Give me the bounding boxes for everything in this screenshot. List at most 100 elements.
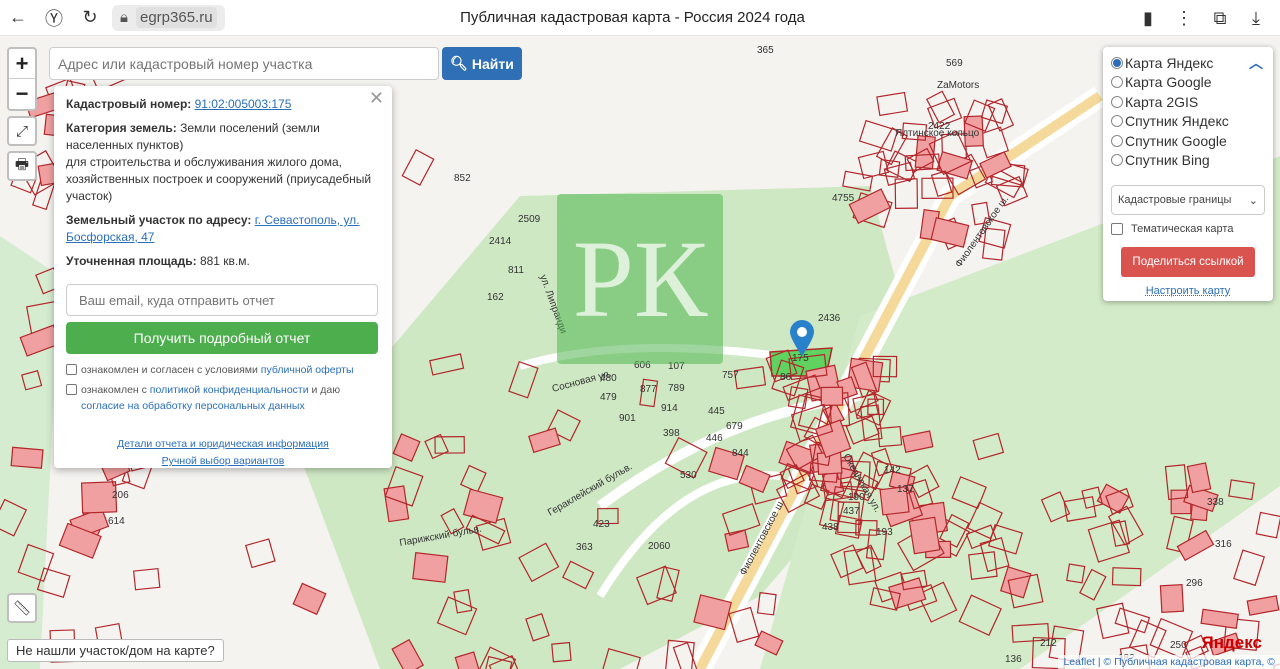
address-bar[interactable]: 🔒︎ egrp365.ru [112, 4, 225, 31]
parcel-number: 2414 [489, 236, 512, 247]
setup-map-link[interactable]: Настроить карту [1111, 285, 1265, 297]
bookmark-icon[interactable]: ▮ [1130, 0, 1166, 36]
print-button[interactable]: 🖶︎ [7, 151, 37, 181]
parcel-number: 86 [780, 372, 792, 383]
cad-number-label: Кадастровый номер: [66, 97, 192, 111]
radio-button[interactable] [1111, 76, 1123, 89]
area-value: 881 кв.м. [199, 254, 250, 268]
zoom-out-button[interactable]: − [9, 79, 35, 109]
offer-checkbox[interactable] [66, 364, 77, 375]
parcel[interactable] [820, 386, 844, 406]
layer-option[interactable]: Карта Яндекс [1111, 53, 1265, 73]
parcel-number: 365 [757, 45, 774, 56]
layer-option-label: Спутник Яндекс [1125, 113, 1229, 130]
street-label: ZaMotors [937, 80, 979, 91]
parcel-number: 614 [108, 516, 125, 527]
parcel-number: 4755 [832, 193, 855, 204]
parcel-number: 852 [454, 173, 471, 184]
parcel-number: 423 [593, 519, 610, 530]
parcel-number: 530 [680, 470, 697, 481]
parcel-number: 2509 [518, 214, 541, 225]
privacy-checkbox[interactable] [66, 384, 77, 395]
reload-icon[interactable]: ↻ [72, 0, 108, 36]
parcel[interactable] [1159, 584, 1185, 614]
manual-select-link[interactable]: Ручной выбор вариантов [162, 455, 285, 467]
parcel-number: 569 [946, 58, 963, 69]
browser-toolbar: ← Ⓨ ↻ 🔒︎ egrp365.ru Публичная кадастровая… [0, 0, 1280, 36]
thematic-checkbox[interactable] [1111, 223, 1123, 235]
layer-option-label: Спутник Bing [1125, 152, 1210, 169]
parcel-number: 446 [706, 433, 723, 444]
chevron-down-icon: ⌄ [1248, 194, 1258, 207]
radio-button[interactable] [1111, 115, 1123, 128]
not-found-button[interactable]: Не нашли участок/дом на карте? [7, 639, 224, 662]
get-report-button[interactable]: Получить подробный отчет [66, 322, 378, 354]
radio-button[interactable] [1111, 154, 1123, 167]
search-button[interactable]: 🔍︎ Найти [442, 47, 522, 80]
layer-option[interactable]: Карта 2GIS [1111, 92, 1265, 112]
radio-button[interactable] [1111, 56, 1123, 69]
parcel[interactable] [10, 446, 44, 469]
map-attribution[interactable]: Leaflet | © Публичная кадастровая карта,… [1058, 655, 1280, 669]
privacy-link[interactable]: политикой конфиденциальности [150, 384, 309, 396]
parcel-number: 679 [726, 421, 743, 432]
parcel-number: 2436 [818, 313, 841, 324]
parcel-info-popup: ✕ Кадастровый номер: 91:02:005003:175 Ка… [54, 86, 392, 468]
search-button-label: Найти [471, 55, 514, 72]
layer-option-label: Карта Яндекс [1125, 54, 1214, 71]
printer-icon: 🖶︎ [14, 155, 30, 173]
thematic-label: Тематическая карта [1131, 223, 1234, 235]
parcel-number: 844 [732, 448, 749, 459]
back-icon[interactable]: ← [0, 0, 36, 36]
measure-button[interactable]: 📏︎ [7, 593, 37, 623]
extensions-icon[interactable]: ⧉ [1202, 0, 1238, 36]
parcel-number: 914 [661, 403, 678, 414]
privacy-text: ознакомлен с [81, 384, 150, 396]
parcel-number: 901 [619, 413, 636, 424]
zoom-control: + − [7, 47, 37, 111]
layer-option-label: Спутник Google [1125, 132, 1227, 149]
details-link[interactable]: Детали отчета и юридическая информация [117, 438, 329, 450]
parcel-number: 479 [600, 392, 617, 403]
email-input[interactable] [66, 284, 378, 316]
chevron-up-icon[interactable]: ︿ [1249, 53, 1263, 73]
menu-icon[interactable]: ⋮ [1166, 0, 1202, 36]
parcel[interactable] [908, 516, 941, 555]
offer-link[interactable]: публичной оферты [261, 364, 354, 376]
radio-button[interactable] [1111, 95, 1123, 108]
map[interactable]: 365 569 4755 2436 175 86 757 445 446 844 679 107 789… [0, 36, 1280, 669]
layer-option[interactable]: Спутник Bing [1111, 151, 1265, 171]
yandex-logo: Яндекс [1201, 633, 1262, 652]
watermark-logo: РК [557, 194, 723, 364]
yandex-icon[interactable]: Ⓨ [36, 0, 72, 36]
location-marker-icon[interactable] [789, 319, 815, 357]
expand-icon: ⤢ [15, 122, 28, 140]
street-label: Ялтинское кольцо [895, 128, 980, 139]
parcel-number: 877 [640, 384, 657, 395]
download-icon[interactable]: ⤓ [1238, 0, 1274, 36]
parcel-number: 136 [1005, 654, 1022, 665]
parcel[interactable] [412, 552, 449, 583]
layer-option[interactable]: Спутник Google [1111, 131, 1265, 151]
search-input[interactable] [49, 47, 439, 80]
layer-option[interactable]: Карта Google [1111, 73, 1265, 93]
parcel-number: 438 [822, 522, 839, 533]
lock-icon: 🔒︎ [120, 9, 128, 26]
cad-number-link[interactable]: 91:02:005003:175 [195, 97, 292, 111]
close-icon[interactable]: ✕ [369, 89, 384, 107]
share-link-button[interactable]: Поделиться ссылкой [1121, 247, 1255, 277]
layer-option-label: Карта 2GIS [1125, 93, 1199, 110]
consent-link[interactable]: согласие на обработку персональных данны… [81, 400, 305, 412]
parcel-number: 206 [112, 490, 129, 501]
layer-select[interactable]: Кадастровые границы ⌄ [1111, 185, 1265, 215]
layer-option[interactable]: Спутник Яндекс [1111, 112, 1265, 132]
address-label: Земельный участок по адресу: [66, 213, 252, 227]
zoom-in-button[interactable]: + [9, 49, 35, 79]
parcel-number: 437 [843, 506, 860, 517]
radio-button[interactable] [1111, 134, 1123, 147]
fullscreen-button[interactable]: ⤢ [7, 116, 37, 146]
parcel-number: 363 [576, 542, 593, 553]
parcel-number: 193 [876, 527, 893, 538]
parcel-number: 142 [884, 465, 901, 476]
parcel-number: 296 [1186, 578, 1203, 589]
